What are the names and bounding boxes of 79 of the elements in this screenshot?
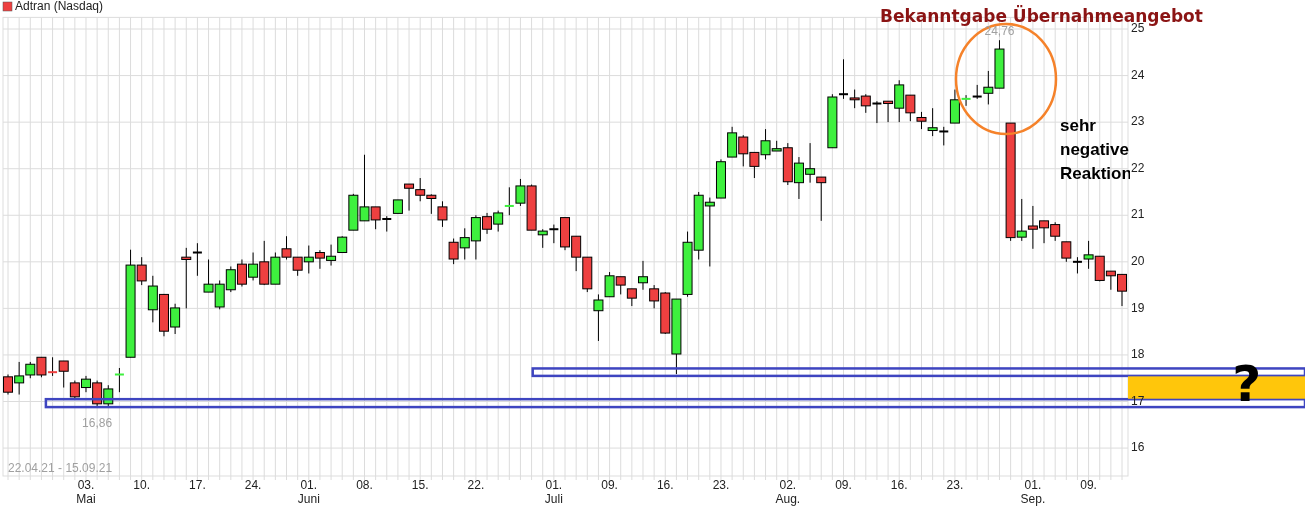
x-axis-label: 17. bbox=[189, 478, 206, 493]
candlestick bbox=[582, 256, 593, 293]
candlestick bbox=[860, 93, 871, 114]
candlestick bbox=[693, 191, 704, 260]
x-axis-label: 15. bbox=[411, 478, 429, 493]
candlestick bbox=[281, 235, 292, 260]
x-axis-label: 09. bbox=[1080, 478, 1097, 493]
x-axis-label: 08. bbox=[356, 478, 373, 493]
candlestick bbox=[270, 252, 281, 285]
candlestick bbox=[749, 151, 760, 179]
candlestick bbox=[459, 227, 470, 260]
legend-swatch bbox=[2, 1, 13, 12]
y-axis-label: 22 bbox=[1131, 160, 1145, 175]
candlestick bbox=[36, 356, 47, 378]
month-label: Juni bbox=[297, 492, 320, 507]
candlestick bbox=[426, 193, 437, 215]
month-label: Sep. bbox=[1020, 492, 1046, 507]
candlestick bbox=[236, 259, 247, 287]
y-axis-label: 24 bbox=[1131, 67, 1145, 82]
candlestick bbox=[48, 356, 58, 377]
candlestick bbox=[816, 176, 827, 222]
x-axis-label: 22. bbox=[467, 478, 485, 493]
candlestick bbox=[158, 293, 169, 337]
candlestick bbox=[682, 231, 693, 298]
candlestick bbox=[493, 210, 504, 233]
annotation-text: sehr negative Reaktion bbox=[1060, 115, 1130, 185]
candlestick bbox=[448, 238, 459, 265]
x-axis-label: 03. bbox=[77, 478, 95, 493]
candlestick bbox=[382, 215, 392, 233]
candlestick bbox=[793, 156, 804, 200]
month-label: Aug. bbox=[775, 492, 801, 507]
candlestick bbox=[994, 39, 1005, 89]
x-axis-label: 02. bbox=[779, 478, 797, 493]
date-range-label: 22.04.21 - 15.09.21 bbox=[8, 461, 113, 476]
x-axis-label: 23. bbox=[946, 478, 964, 493]
y-axis-label: 18 bbox=[1131, 347, 1145, 362]
candlestick bbox=[314, 249, 325, 270]
candlestick bbox=[1050, 221, 1061, 242]
candlestick bbox=[571, 235, 582, 272]
y-axis-label: 16 bbox=[1131, 440, 1145, 455]
candlestick bbox=[326, 244, 337, 267]
candlestick bbox=[872, 100, 882, 124]
candlestick bbox=[437, 200, 448, 228]
candlestick bbox=[203, 259, 214, 293]
candlestick bbox=[225, 266, 236, 293]
y-axis-label: 19 bbox=[1131, 300, 1145, 315]
candlestick bbox=[1061, 241, 1072, 263]
value-label: 24,76 bbox=[984, 24, 1015, 39]
x-axis-label: 09. bbox=[835, 478, 852, 493]
candlestick bbox=[504, 186, 514, 216]
x-axis-label: 01. bbox=[545, 478, 563, 493]
candlestick bbox=[615, 276, 626, 295]
candlestick bbox=[103, 384, 114, 408]
candlestick bbox=[1094, 255, 1105, 282]
candlestick bbox=[738, 134, 749, 167]
legend-label: Adtran (Nasdaq) bbox=[15, 0, 104, 14]
x-axis-label: 23. bbox=[712, 478, 730, 493]
x-axis-label: 09. bbox=[601, 478, 618, 493]
candlestick bbox=[214, 279, 225, 310]
y-axis-label: 21 bbox=[1131, 207, 1145, 222]
x-axis-label: 01. bbox=[300, 478, 318, 493]
candlestick bbox=[337, 235, 348, 253]
candlestick bbox=[292, 256, 303, 277]
x-axis-label: 16. bbox=[656, 478, 674, 493]
x-axis-label: 16. bbox=[890, 478, 908, 493]
month-label: Mai bbox=[76, 492, 96, 507]
candlestick bbox=[827, 93, 838, 149]
value-label: 16,86 bbox=[82, 416, 113, 430]
x-axis-label: 10. bbox=[133, 478, 151, 493]
candlestick bbox=[727, 126, 738, 158]
candlestick bbox=[114, 367, 124, 393]
y-axis-label: 20 bbox=[1131, 254, 1145, 268]
candlestick bbox=[805, 142, 816, 184]
y-axis-label: 23 bbox=[1131, 114, 1145, 129]
month-label: Juli bbox=[544, 492, 563, 507]
x-axis-label: 01. bbox=[1024, 478, 1042, 493]
x-axis-label: 24. bbox=[244, 478, 262, 493]
candlestick bbox=[415, 177, 426, 202]
candlestick bbox=[303, 245, 314, 274]
